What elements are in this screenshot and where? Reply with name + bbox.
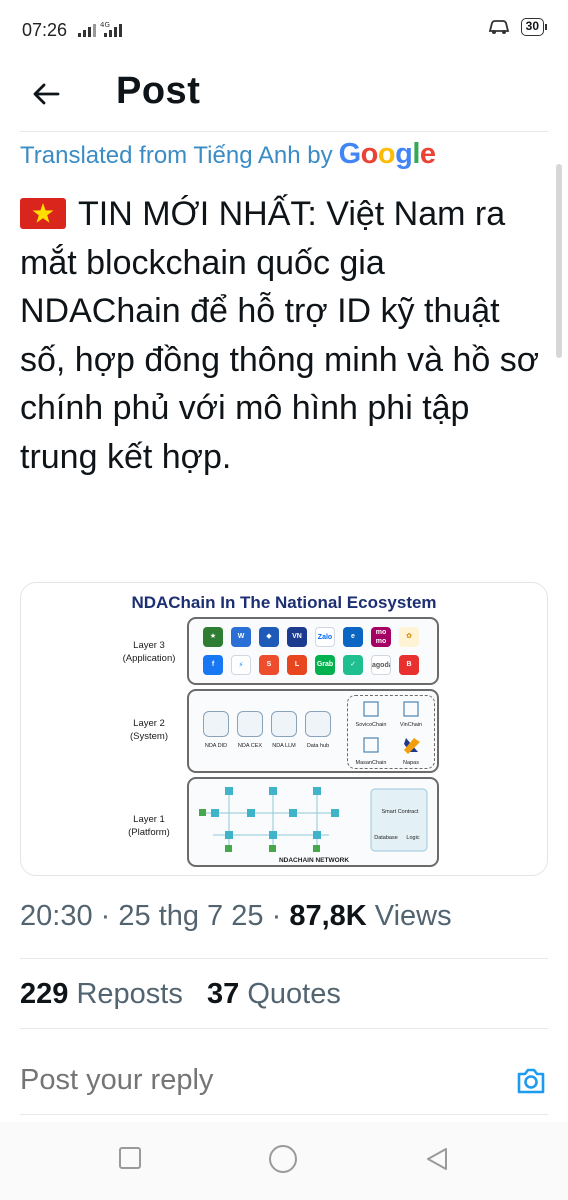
quotes-link[interactable]: 37 Quotes [207, 978, 341, 1010]
app-icon: ✓ [343, 655, 363, 675]
system-item-label: NDA CEX [237, 743, 263, 749]
app-icon: VN [287, 627, 307, 647]
app-icon: W [231, 627, 251, 647]
app-icon: S [259, 655, 279, 675]
app-icon: agoda [371, 655, 391, 675]
platform-item-label: Database [374, 835, 398, 841]
camera-button[interactable] [514, 1064, 548, 1098]
system-nav-bar [0, 1122, 568, 1200]
layer3-label: Layer 3 (Application) [122, 640, 176, 664]
stats-divider [20, 1028, 548, 1029]
views-label: Views [374, 900, 452, 932]
vietnam-flag-icon [20, 198, 66, 229]
app-icon: ⚡ [231, 655, 251, 675]
chain-icons [363, 701, 420, 754]
post-date: 25 thg 7 25 [118, 900, 264, 932]
post-stats: 229 Reposts 37 Quotes [20, 978, 341, 1011]
back-button[interactable] [24, 72, 68, 116]
quotes-label: Quotes [247, 978, 341, 1010]
app-icon: f [203, 655, 223, 675]
back-arrow-icon [33, 83, 60, 105]
post-meta: 20:30 · 25 thg 7 25 · 87,8K Views [20, 900, 452, 933]
reposts-label: Reposts [76, 978, 183, 1010]
network-label: NDACHAIN NETWORK [278, 857, 350, 864]
scrollbar[interactable] [556, 164, 562, 358]
layer3-box: ★ W ◆ VN Zalo e mo mo ✿ f ⚡ S L Grab ✓ ag… [187, 617, 439, 685]
system-item-label: Data hub [306, 743, 330, 749]
reply-divider [20, 1114, 548, 1115]
layer2-box: NDA DID NDA CEX NDA LLM Data hub SovicoC… [187, 689, 439, 773]
top-bar: Post [0, 60, 568, 128]
meta-divider [20, 958, 548, 959]
network-graph-icon [199, 787, 428, 852]
app-icon: e [343, 627, 363, 647]
reposts-count: 229 [20, 978, 69, 1010]
system-item-label: NDA DID [204, 743, 228, 749]
google-logo: Google [338, 138, 436, 170]
reposts-link[interactable]: 229 Reposts [20, 978, 183, 1010]
recent-apps-icon[interactable] [118, 1146, 142, 1170]
app-icon: L [287, 655, 307, 675]
meta-separator: · [271, 900, 282, 932]
partner-chains-box: SovicoChain VinChain MasanChain Napas [347, 695, 435, 769]
camera-icon [517, 1068, 545, 1094]
app-icon: ◆ [259, 627, 279, 647]
system-item-label: NDA LLM [272, 743, 296, 749]
app-icon: Zalo [315, 627, 335, 647]
car-mode-icon [488, 20, 509, 34]
platform-item-label: Logic [406, 835, 420, 841]
meta-separator: · [100, 900, 111, 932]
data-hub-icon [305, 711, 331, 737]
platform-item-label: Smart Contract [381, 809, 419, 815]
post-image[interactable]: NDAChain In The National Ecosystem Layer… [20, 582, 548, 876]
layer1-label: Layer 1 (Platform) [128, 814, 170, 838]
views-count: 87,8K [289, 900, 367, 932]
translation-label: Translated from Tiếng Anh by [20, 142, 333, 169]
reply-input[interactable] [20, 1064, 490, 1097]
app-icon: Grab [315, 655, 335, 675]
home-icon[interactable] [268, 1144, 298, 1174]
atom-icon [271, 711, 297, 737]
app-icon: mo mo [371, 627, 391, 647]
header-divider [20, 131, 548, 132]
reply-bar [0, 1040, 568, 1118]
battery-indicator: 30 [520, 18, 548, 36]
status-bar: 07:26 4G 30 [0, 0, 568, 60]
app-icon: ★ [203, 627, 223, 647]
signal-icon: 4G [78, 21, 122, 37]
layer1-box: Smart Contract Database Logic NDACHAIN N… [187, 777, 439, 867]
translation-note[interactable]: Translated from Tiếng Anh by Google [20, 138, 436, 171]
cex-icon [237, 711, 263, 737]
app-icon: B [399, 655, 419, 675]
app-icon: ✿ [399, 627, 419, 647]
page-title: Post [116, 70, 201, 112]
did-icon [203, 711, 229, 737]
image-title: NDAChain In The National Ecosystem [131, 593, 437, 612]
network-type-label: 4G [100, 21, 110, 29]
back-nav-icon[interactable] [424, 1146, 450, 1172]
post-body: TIN MỚI NHẤT: Việt Nam ra mắt blockchain… [20, 195, 540, 476]
post-text: TIN MỚI NHẤT: Việt Nam ra mắt blockchain… [20, 190, 540, 481]
quotes-count: 37 [207, 978, 240, 1010]
post-time: 20:30 [20, 900, 93, 932]
status-time: 07:26 [22, 20, 68, 40]
layer2-label: Layer 2 (System) [130, 718, 168, 742]
